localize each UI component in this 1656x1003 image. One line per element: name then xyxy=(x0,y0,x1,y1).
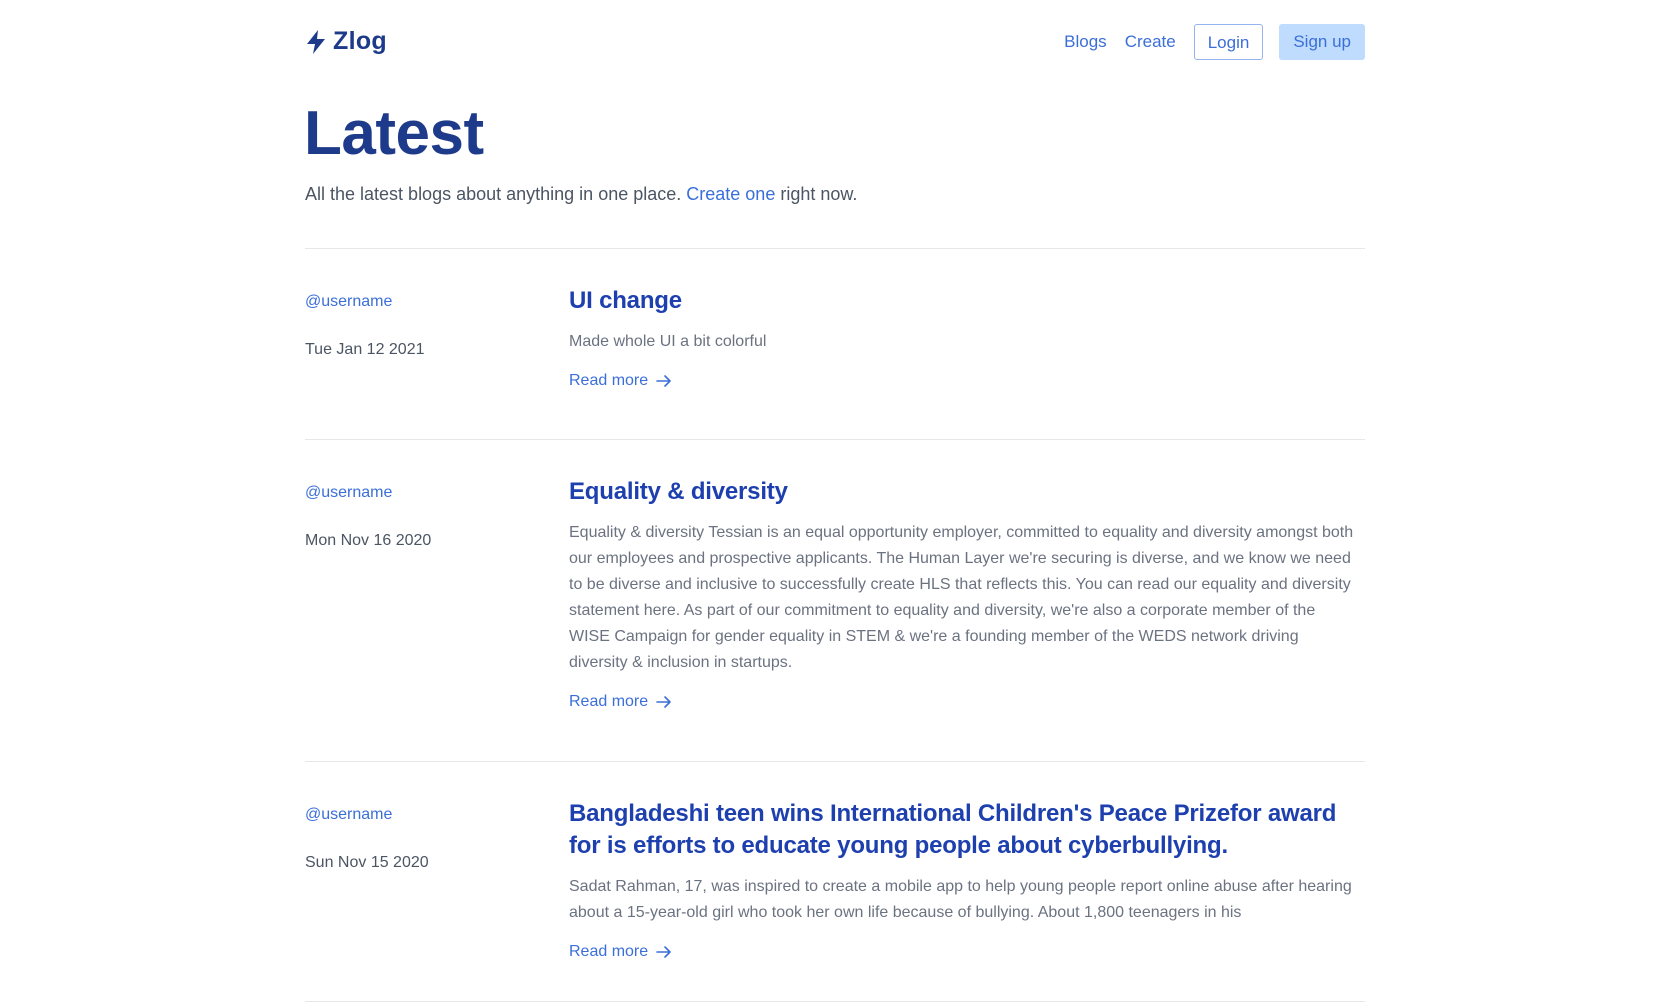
post-excerpt: Sadat Rahman, 17, was inspired to create… xyxy=(569,878,1352,921)
post-meta: @username Mon Nov 16 2020 xyxy=(305,482,545,552)
brand-name: Zlog xyxy=(333,27,387,55)
read-more-link[interactable]: Read more xyxy=(569,941,672,963)
read-more-label: Read more xyxy=(569,372,649,389)
post-body: Bangladeshi teen wins International Chil… xyxy=(569,762,1359,1003)
login-button[interactable]: Login xyxy=(1193,24,1264,60)
read-more-link[interactable]: Read more xyxy=(569,691,672,713)
post-author-link[interactable]: @username xyxy=(305,482,545,504)
post-item: @username Mon Nov 16 2020 Equality & div… xyxy=(305,440,1365,762)
page-title: Latest xyxy=(304,99,484,168)
brand-logo[interactable]: Zlog xyxy=(305,27,387,56)
post-date: Mon Nov 16 2020 xyxy=(305,532,432,549)
post-title[interactable]: Equality & diversity xyxy=(569,476,1359,508)
arrow-right-icon xyxy=(656,946,671,958)
arrow-right-icon xyxy=(656,696,671,708)
post-list: @username Tue Jan 12 2021 UI change Made… xyxy=(305,248,1365,1002)
main-nav: Blogs Create Login Sign up xyxy=(1064,24,1365,60)
post-author-link[interactable]: @username xyxy=(305,804,545,826)
lightning-bolt-icon xyxy=(307,29,325,54)
create-one-link[interactable]: Create one xyxy=(686,184,775,204)
post-title[interactable]: Bangladeshi teen wins International Chil… xyxy=(569,798,1359,862)
post-item: @username Tue Jan 12 2021 UI change Made… xyxy=(305,249,1365,440)
read-more-link[interactable]: Read more xyxy=(569,370,672,392)
post-body: UI change Made whole UI a bit colorful R… xyxy=(569,249,1359,432)
read-more-label: Read more xyxy=(569,943,649,960)
post-date: Sun Nov 15 2020 xyxy=(305,854,429,871)
post-author-link[interactable]: @username xyxy=(305,291,545,313)
subtitle-text: All the latest blogs about anything in o… xyxy=(305,184,687,204)
post-excerpt: Equality & diversity Tessian is an equal… xyxy=(569,524,1354,671)
nav-create-link[interactable]: Create xyxy=(1125,24,1176,60)
read-more-label: Read more xyxy=(569,693,649,710)
post-meta: @username Tue Jan 12 2021 xyxy=(305,291,545,361)
post-date: Tue Jan 12 2021 xyxy=(305,341,425,358)
post-item: @username Sun Nov 15 2020 Bangladeshi te… xyxy=(305,762,1365,1002)
signup-button[interactable]: Sign up xyxy=(1279,24,1365,60)
arrow-right-icon xyxy=(656,375,671,387)
post-title[interactable]: UI change xyxy=(569,285,1359,317)
subtitle-text-end: right now. xyxy=(775,184,858,204)
post-meta: @username Sun Nov 15 2020 xyxy=(305,804,545,874)
page-subtitle: All the latest blogs about anything in o… xyxy=(305,182,857,206)
nav-blogs-link[interactable]: Blogs xyxy=(1064,24,1107,60)
post-body: Equality & diversity Equality & diversit… xyxy=(569,440,1359,753)
post-excerpt: Made whole UI a bit colorful xyxy=(569,333,767,350)
site-header: Zlog Blogs Create Login Sign up xyxy=(305,24,1365,62)
